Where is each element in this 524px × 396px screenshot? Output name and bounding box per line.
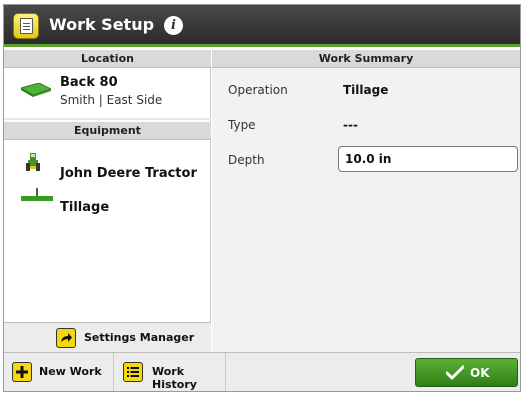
title-bar: Work Setup i	[4, 5, 520, 47]
arrow-icon	[56, 328, 76, 348]
tractor-icon	[26, 153, 40, 171]
new-work-label: New Work	[39, 365, 102, 378]
window-title: Work Setup	[49, 15, 155, 34]
work-setup-window: Work Setup i Location Back 80 Smith | Ea…	[3, 4, 521, 392]
settings-manager-label: Settings Manager	[84, 331, 195, 344]
work-summary-header: Work Summary	[212, 50, 520, 68]
equipment-header: Equipment	[4, 122, 211, 140]
ok-button[interactable]: OK	[415, 358, 518, 387]
ok-label: OK	[470, 366, 490, 380]
type-value: ---	[343, 118, 358, 132]
work-setup-icon	[13, 13, 39, 39]
depth-label: Depth	[228, 153, 265, 167]
list-icon	[123, 362, 143, 382]
location-subtitle: Smith | East Side	[60, 93, 163, 107]
operation-value: Tillage	[343, 83, 389, 97]
work-history-label: Work History	[152, 365, 197, 391]
work-history-button[interactable]: Work History	[114, 353, 226, 391]
type-label: Type	[228, 118, 256, 132]
checkmark-icon	[446, 365, 464, 380]
left-panel: Location Back 80 Smith | East Side Equip…	[4, 50, 211, 352]
settings-manager-button[interactable]: Settings Manager	[4, 322, 211, 352]
location-header: Location	[4, 50, 211, 68]
location-name: Back 80	[60, 75, 118, 90]
plus-icon	[12, 362, 32, 382]
divider	[4, 118, 211, 120]
new-work-button[interactable]: New Work	[4, 353, 114, 391]
work-summary-panel: Work Summary Operation Tillage Type --- …	[212, 50, 520, 352]
operation-label: Operation	[228, 83, 288, 97]
field-icon	[21, 83, 51, 97]
tillage-implement-icon	[21, 188, 53, 201]
bottom-toolbar: New Work Work History OK	[4, 352, 520, 391]
info-icon[interactable]: i	[164, 16, 183, 35]
equipment-label-tillage: Tillage	[60, 200, 110, 215]
equipment-label-tractor: John Deere Tractor	[60, 166, 197, 181]
depth-input[interactable]: 10.0 in	[338, 146, 518, 172]
